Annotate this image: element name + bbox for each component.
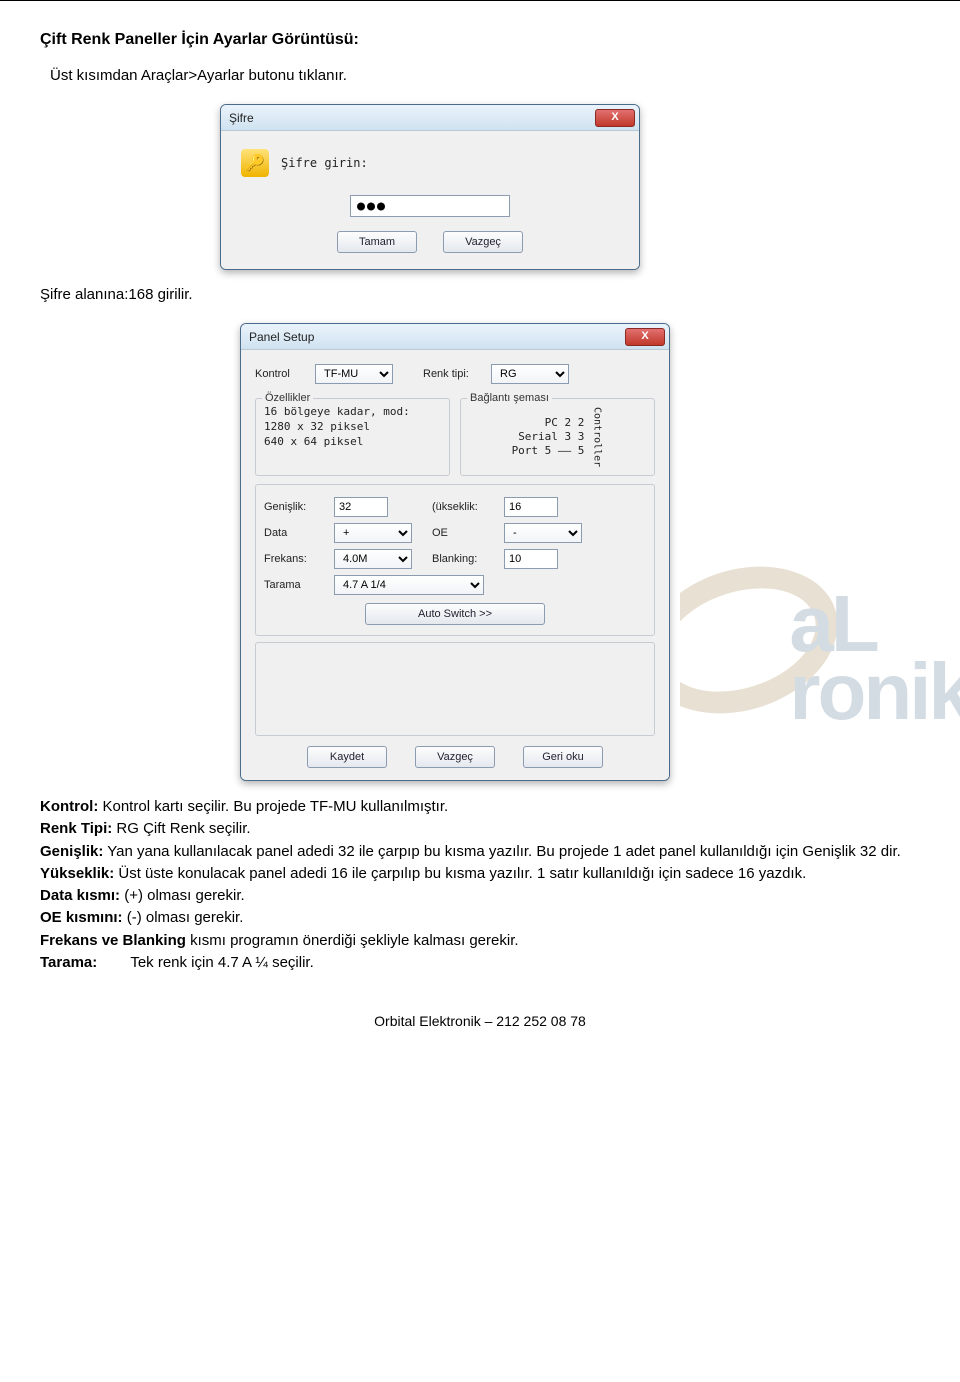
password-button-row: Tamam Vazgeç [235,231,625,253]
frekans-label: Frekans: [264,553,326,565]
ozellikler-fieldset: Özellikler 16 bölgeye kadar, mod: 1280 x… [255,398,450,476]
intro-text: Üst kısımdan Araçlar>Ayarlar butonu tıkl… [50,67,920,84]
connection-diagram: PC 2 2 Serial 3 3 Port 5 —— 5 Controller [469,405,646,467]
page-heading: Çift Renk Paneller İçin Ayarlar Görüntüs… [40,31,920,49]
explanation-block: Kontrol: Kontrol kartı seçilir. Bu proje… [40,797,920,973]
explain-oe: OE kısmını: (-) olması gerekir. [40,908,920,928]
cancel-button[interactable]: Vazgeç [443,231,523,253]
renk-label: Renk tipi: [423,368,483,380]
explain-tarama: Tarama: Tek renk için 4.7 A ¼ seçilir. [40,953,920,973]
oe-select[interactable]: - [504,523,582,543]
auto-switch-row: Auto Switch >> [258,599,652,631]
panel-bottom-buttons: Kaydet Vazgeç Geri oku [255,746,655,768]
ozellikler-body: 16 bölgeye kadar, mod: 1280 x 32 piksel … [264,405,441,450]
explain-frekans: Frekans ve Blanking kısmı programın öner… [40,931,920,951]
key-icon: 🔑 [241,149,269,177]
panel-cancel-button[interactable]: Vazgeç [415,746,495,768]
panel-top-row: Kontrol TF-MU Renk tipi: RG [255,364,655,384]
close-button[interactable]: X [595,109,635,127]
password-titlebar: Şifre X [221,105,639,131]
panel-setup-dialog: Panel Setup X Kontrol TF-MU Renk tipi: R… [240,323,670,781]
panel-empty-area [255,642,655,736]
panel-dialog-title: Panel Setup [249,330,314,344]
password-dialog-title: Şifre [229,111,254,125]
document-page: Çift Renk Paneller İçin Ayarlar Görüntüs… [0,0,960,1059]
save-button[interactable]: Kaydet [307,746,387,768]
yukseklik-input[interactable] [504,497,558,517]
read-button[interactable]: Geri oku [523,746,603,768]
password-input[interactable] [350,195,510,217]
blanking-input[interactable] [504,549,558,569]
tarama-select[interactable]: 4.7 A 1/4 [334,575,484,595]
explain-data: Data kısmı: (+) olması gerekir. [40,886,920,906]
params-fieldset: Genişlik: (ükseklik: Data + OE - Frekans… [255,484,655,636]
tarama-label: Tarama [264,579,326,591]
data-select[interactable]: + [334,523,412,543]
password-dialog-body: 🔑 Şifre girin: Tamam Vazgeç [221,131,639,269]
explain-yukseklik: Yükseklik: Üst üste konulacak panel aded… [40,864,920,884]
panel-titlebar: Panel Setup X [241,324,669,350]
oe-label: OE [432,527,496,539]
after-password-text: Şifre alanına:168 girilir. [40,286,920,303]
params-grid: Genişlik: (ükseklik: Data + OE - Frekans… [258,489,652,599]
panel-dialog-body: Kontrol TF-MU Renk tipi: RG Özellikler 1… [241,350,669,780]
frekans-select[interactable]: 4.0M [334,549,412,569]
genislik-input[interactable] [334,497,388,517]
baglanti-title: Bağlantı şeması [467,392,552,404]
close-icon: X [611,112,618,123]
kontrol-select[interactable]: TF-MU [315,364,393,384]
auto-switch-button[interactable]: Auto Switch >> [365,603,545,625]
explain-genislik: Genişlik: Yan yana kullanılacak panel ad… [40,842,920,862]
genislik-label: Genişlik: [264,501,326,513]
close-icon: X [641,331,648,342]
page-footer: Orbital Elektronik – 212 252 08 78 [40,1013,920,1039]
panel-close-button[interactable]: X [625,328,665,346]
yukseklik-label: (ükseklik: [432,501,496,513]
blanking-label: Blanking: [432,553,496,565]
baglanti-fieldset: Bağlantı şeması PC 2 2 Serial 3 3 Port 5… [460,398,655,476]
ok-button[interactable]: Tamam [337,231,417,253]
password-dialog: Şifre X 🔑 Şifre girin: Tamam Vazgeç [220,104,640,270]
explain-kontrol: Kontrol: Kontrol kartı seçilir. Bu proje… [40,797,920,817]
password-prompt-label: Şifre girin: [281,156,368,170]
kontrol-label: Kontrol [255,368,307,380]
renk-select[interactable]: RG [491,364,569,384]
password-prompt-row: 🔑 Şifre girin: [241,149,625,177]
ozellikler-title: Özellikler [262,392,313,404]
explain-renk: Renk Tipi: RG Çift Renk seçilir. [40,819,920,839]
data-label: Data [264,527,326,539]
panel-two-col: Özellikler 16 bölgeye kadar, mod: 1280 x… [255,394,655,480]
